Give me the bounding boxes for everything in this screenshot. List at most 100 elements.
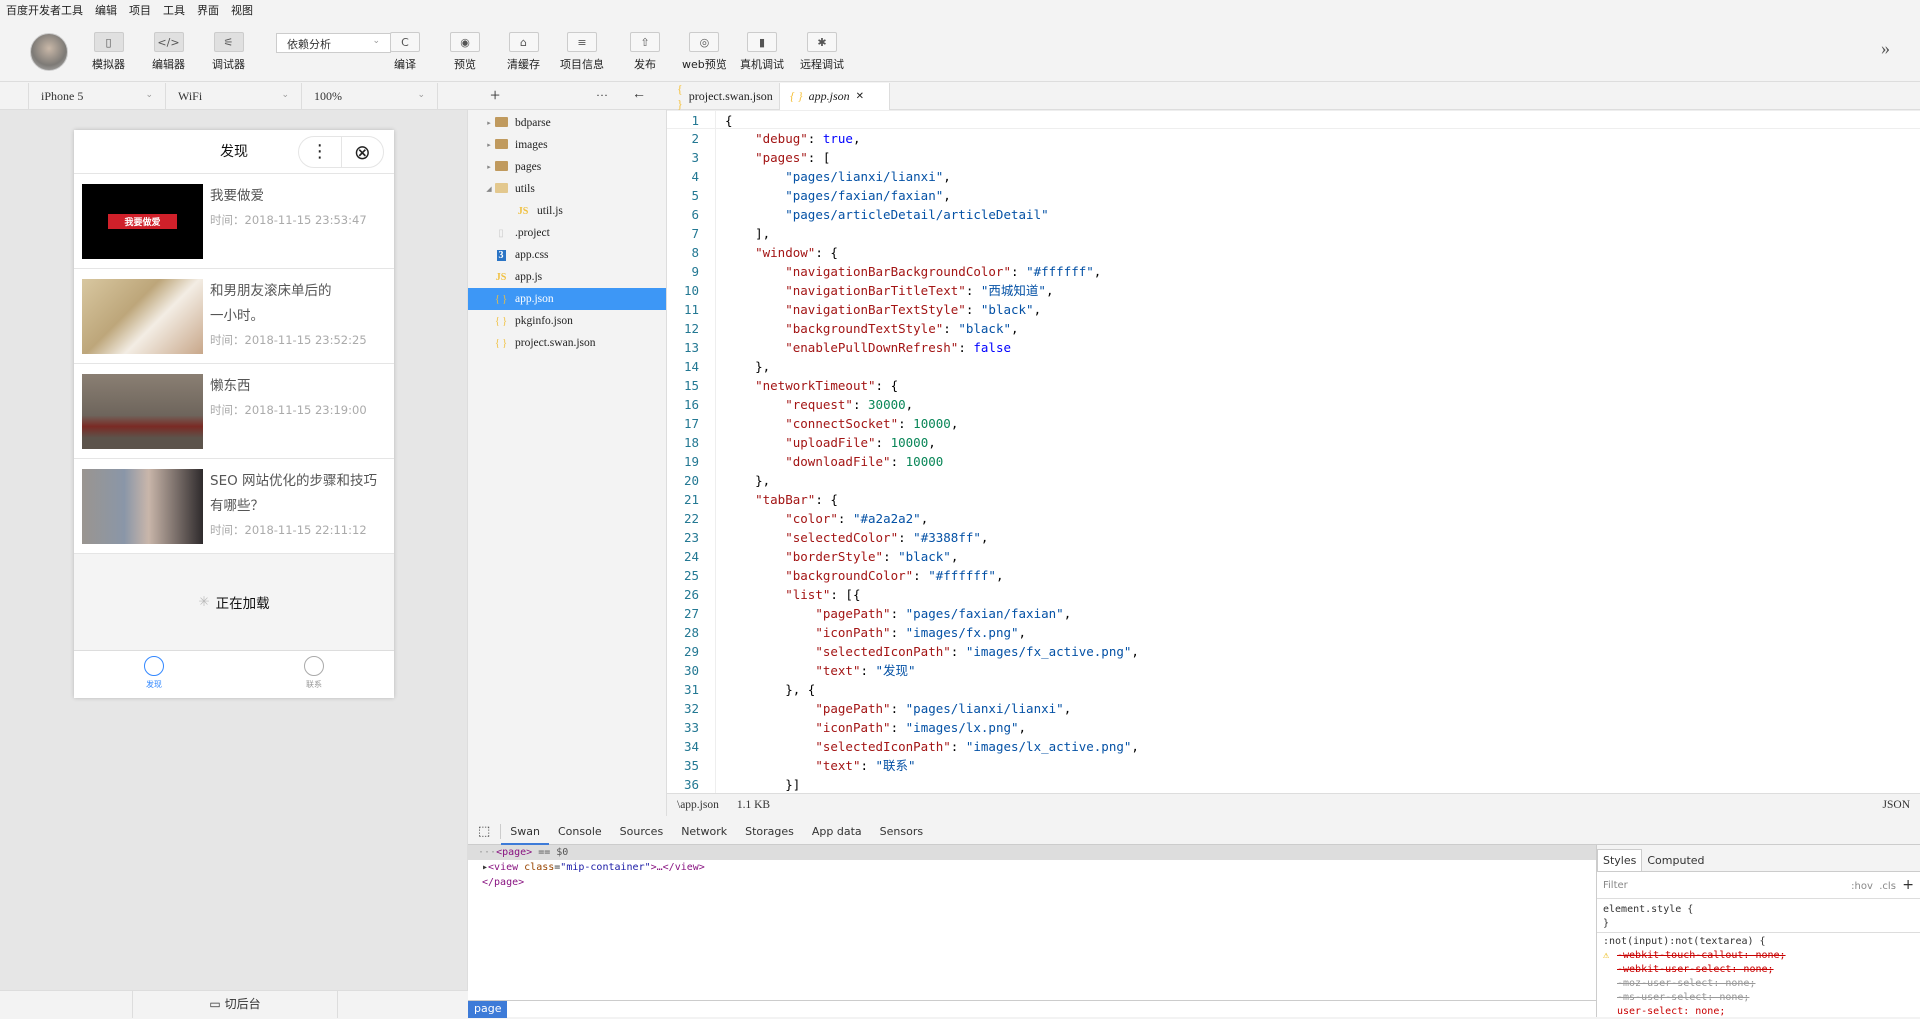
code-line[interactable]: 14 }, [667,357,1920,376]
code-line[interactable]: 4 "pages/lianxi/lianxi", [667,167,1920,186]
code-line[interactable]: 20 }, [667,471,1920,490]
code-line[interactable]: 17 "connectSocket": 10000, [667,414,1920,433]
more-options-button[interactable]: ··· [596,88,608,103]
code-line[interactable]: 26 "list": [{ [667,585,1920,604]
debugger-button[interactable]: ⚟ 调试器 [212,32,245,72]
code-line[interactable]: 30 "text": "发现" [667,661,1920,680]
add-file-button[interactable]: + [490,85,500,106]
devtools-tab-console[interactable]: Console [549,818,611,845]
menu-view[interactable]: 视图 [231,2,253,18]
code-line[interactable]: 31 }, { [667,680,1920,699]
devtools-tab-storages[interactable]: Storages [736,818,803,845]
network-select[interactable]: WiFi ⌄ [166,83,302,110]
filter-input[interactable]: Filter [1603,880,1628,891]
code-line[interactable]: 25 "backgroundColor": "#ffffff", [667,566,1920,585]
code-editor[interactable]: 1{2 "debug": true, 3 "pages": [4 "pages/l… [667,110,1920,793]
expand-arrow-icon[interactable]: ▸ [484,141,494,149]
article-item[interactable]: 和男朋友滚床单后的一小时。 时间：2018-11-15 23:52:25 [74,269,394,364]
device-debug-button[interactable]: ▮ 真机调试 [740,32,784,72]
menu-project[interactable]: 项目 [129,2,151,18]
code-line[interactable]: 5 "pages/faxian/faxian", [667,186,1920,205]
close-icon[interactable]: ✕ [856,91,864,102]
devtools-tab-network[interactable]: Network [672,818,736,845]
code-line[interactable]: 29 "selectedIconPath": "images/fx_active… [667,642,1920,661]
add-rule-button[interactable]: + [1902,877,1914,893]
code-line[interactable]: 1{ [667,110,1920,129]
breadcrumb-page[interactable]: page [468,1001,508,1018]
compile-button[interactable]: C 编译 [390,32,420,72]
file-project-swan-json[interactable]: { } project.swan.json [468,332,666,354]
code-line[interactable]: 23 "selectedColor": "#3388ff", [667,528,1920,547]
file-pages[interactable]: ▸ pages [468,156,666,178]
code-line[interactable]: 28 "iconPath": "images/fx.png", [667,623,1920,642]
tab-app-json[interactable]: { } app.json ✕ [780,83,890,110]
file-utils[interactable]: ◢ utils [468,178,666,200]
devtools-tab-app-data[interactable]: App data [803,818,871,845]
article-item[interactable]: 我要做爱 我要做爱 时间：2018-11-15 23:53:47 [74,174,394,269]
tab-project-swan-json[interactable]: { }project.swan.json✕ [667,82,787,111]
code-line[interactable]: 15 "networkTimeout": { [667,376,1920,395]
code-line[interactable]: 2 "debug": true, [667,129,1920,148]
menu-app[interactable]: 百度开发者工具 [6,2,83,18]
code-line[interactable]: 33 "iconPath": "images/lx.png", [667,718,1920,737]
code-line[interactable]: 35 "text": "联系" [667,756,1920,775]
code-line[interactable]: 22 "color": "#a2a2a2", [667,509,1920,528]
editor-button[interactable]: </> 编辑器 [152,32,185,72]
style-prop[interactable]: ⚠ -webkit-touch-callout: none; [1597,949,1920,963]
code-line[interactable]: 11 "navigationBarTextStyle": "black", [667,300,1920,319]
clear-cache-button[interactable]: ⌂ 清缓存 [507,32,540,72]
code-line[interactable]: 10 "navigationBarTitleText": "西城知道", [667,281,1920,300]
more-icon[interactable]: ⋮ [299,137,341,167]
article-item[interactable]: SEO 网站优化的步骤和技巧有哪些？ 时间：2018-11-15 22:11:12 [74,459,394,554]
inspect-icon[interactable]: ⬚ [468,823,502,839]
code-line[interactable]: 19 "downloadFile": 10000 [667,452,1920,471]
simulator-button[interactable]: ▯ 模拟器 [92,32,125,72]
avatar[interactable] [30,33,68,71]
styles-filter[interactable]: Filter :hov .cls + [1597,872,1920,899]
code-line[interactable]: 21 "tabBar": { [667,490,1920,509]
code-line[interactable]: 27 "pagePath": "pages/faxian/faxian", [667,604,1920,623]
switch-background-button[interactable]: ▭ 切后台 [132,991,338,1018]
tab-contact[interactable]: 联系 [234,651,394,698]
article-item[interactable]: 懒东西 时间：2018-11-15 23:19:00 [74,364,394,459]
preview-button[interactable]: ◉ 预览 [450,32,480,72]
project-info-button[interactable]: ≡ 项目信息 [560,32,604,72]
file-util-js[interactable]: JS util.js [468,200,666,222]
dependency-select[interactable]: 依赖分析 ⌄ [276,33,391,53]
code-line[interactable]: 8 "window": { [667,243,1920,262]
code-line[interactable]: 7 ], [667,224,1920,243]
collapse-tree-button[interactable]: ← [632,87,646,103]
devtools-tab-swan[interactable]: Swan [501,818,549,845]
menu-interface[interactable]: 界面 [197,2,219,18]
code-line[interactable]: 12 "backgroundTextStyle": "black", [667,319,1920,338]
menu-edit[interactable]: 编辑 [95,2,117,18]
expand-arrow-icon[interactable]: ◢ [484,185,494,193]
code-line[interactable]: 18 "uploadFile": 10000, [667,433,1920,452]
file-pkginfo-json[interactable]: { } pkginfo.json [468,310,666,332]
code-line[interactable]: 16 "request": 30000, [667,395,1920,414]
language-mode[interactable]: JSON [1883,799,1910,811]
devtools-tab-sensors[interactable]: Sensors [871,818,932,845]
style-prop[interactable]: -moz-user-select: none; [1597,977,1920,991]
code-line[interactable]: 34 "selectedIconPath": "images/lx_active… [667,737,1920,756]
device-select[interactable]: iPhone 5 ⌄ [28,83,166,110]
tab-discover[interactable]: 发现 [74,651,234,698]
code-line[interactable]: 6 "pages/articleDetail/articleDetail" [667,205,1920,224]
file-app-js[interactable]: JS app.js [468,266,666,288]
more-icon[interactable]: » [1881,38,1890,59]
close-icon[interactable]: ⊗ [340,137,384,167]
tab-styles[interactable]: Styles [1597,849,1643,871]
dom-node-page[interactable]: ···<page> == $0 [468,845,1596,860]
remote-debug-button[interactable]: ✱ 远程调试 [800,32,844,72]
code-line[interactable]: 3 "pages": [ [667,148,1920,167]
style-prop[interactable]: -ms-user-select: none; [1597,991,1920,1005]
style-prop[interactable]: -webkit-user-select: none; [1597,963,1920,977]
file-app-css[interactable]: 3 app.css [468,244,666,266]
code-line[interactable]: 9 "navigationBarBackgroundColor": "#ffff… [667,262,1920,281]
cls-toggle[interactable]: .cls [1879,881,1896,892]
file-app-json[interactable]: { } app.json [468,288,666,310]
file-project[interactable]: ▯ .project [468,222,666,244]
expand-arrow-icon[interactable]: ▸ [484,163,494,171]
menu-tools[interactable]: 工具 [163,2,185,18]
expand-arrow-icon[interactable]: ▸ [484,119,494,127]
